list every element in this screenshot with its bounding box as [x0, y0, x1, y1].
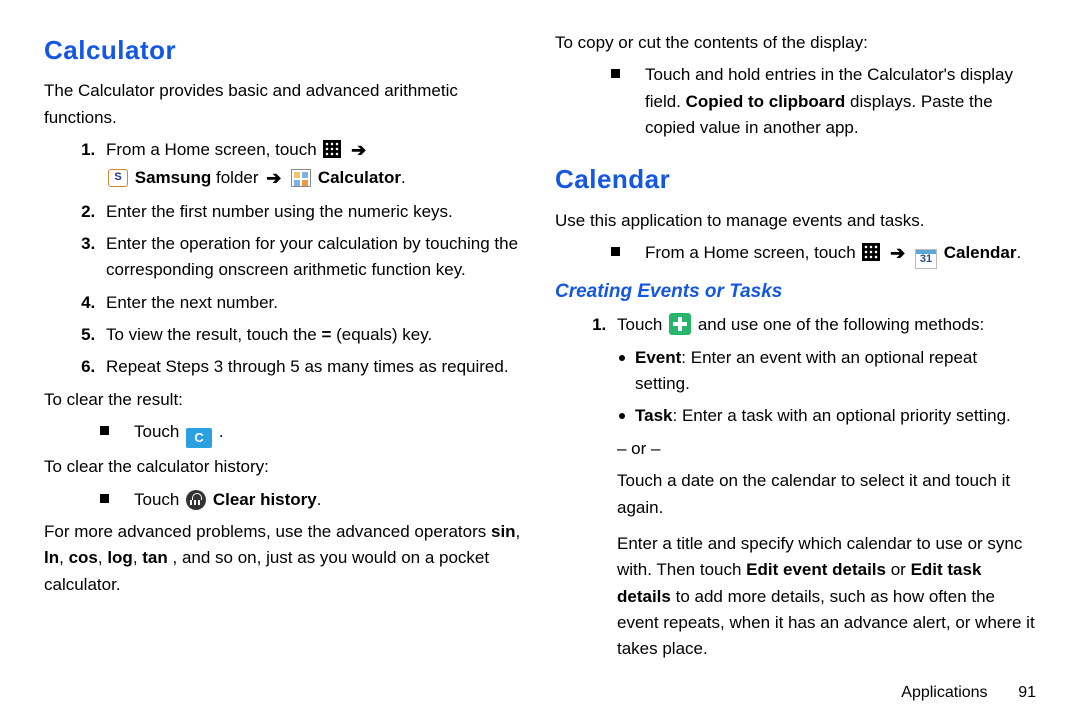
calendar-open-item: From a Home screen, touch ➔ 31 Calendar. — [611, 240, 1036, 269]
touch-date-note: Touch a date on the calendar to select i… — [617, 468, 1036, 521]
clear-c-icon: C — [186, 428, 212, 448]
calc-step-2: Enter the first number using the numeric… — [100, 199, 525, 225]
apps-icon — [323, 140, 341, 158]
calc-step-6: Repeat Steps 3 through 5 as many times a… — [100, 354, 525, 380]
right-column: To copy or cut the contents of the displ… — [555, 30, 1036, 700]
clear-history-list: Touch Clear history. — [44, 487, 525, 513]
left-column: Calculator The Calculator provides basic… — [44, 30, 525, 700]
creating-events-heading: Creating Events or Tasks — [555, 277, 1036, 306]
plus-icon — [669, 313, 691, 335]
arrow-icon: ➔ — [266, 168, 281, 188]
two-column-layout: Calculator The Calculator provides basic… — [44, 30, 1036, 700]
copy-intro: To copy or cut the contents of the displ… — [555, 30, 1036, 56]
clear-result-item: Touch C . — [100, 419, 525, 448]
apps-icon — [862, 243, 880, 261]
calc-step-5: To view the result, touch the = (equals)… — [100, 322, 525, 348]
calculator-heading: Calculator — [44, 30, 525, 70]
manual-page: Calculator The Calculator provides basic… — [0, 0, 1080, 720]
cal-methods-list: Event: Enter an event with an optional r… — [617, 345, 1036, 430]
calendar-steps: Touch and use one of the following metho… — [555, 312, 1036, 662]
page-footer: Applications 91 — [901, 684, 1036, 702]
calculator-steps: From a Home screen, touch ➔ Samsung fold… — [44, 137, 525, 381]
copy-list: Touch and hold entries in the Calculator… — [555, 62, 1036, 141]
footer-page-number: 91 — [992, 684, 1036, 702]
clear-result-list: Touch C . — [44, 419, 525, 448]
samsung-folder-icon — [108, 169, 128, 187]
or-separator: – or – — [617, 436, 1036, 462]
calc-step-3: Enter the operation for your calculation… — [100, 231, 525, 284]
calendar-lead: Use this application to manage events an… — [555, 208, 1036, 234]
calculator-lead: The Calculator provides basic and advanc… — [44, 78, 525, 131]
calculator-icon — [291, 169, 311, 187]
calendar-heading: Calendar — [555, 159, 1036, 199]
clear-history-item: Touch Clear history. — [100, 487, 525, 513]
cal-step-1: Touch and use one of the following metho… — [611, 312, 1036, 662]
arrow-icon: ➔ — [890, 243, 905, 263]
clear-result-intro: To clear the result: — [44, 387, 525, 413]
arrow-icon: ➔ — [351, 140, 366, 160]
calc-step-4: Enter the next number. — [100, 290, 525, 316]
calendar-open-list: From a Home screen, touch ➔ 31 Calendar. — [555, 240, 1036, 269]
enter-title-note: Enter a title and specify which calendar… — [617, 531, 1036, 663]
copy-item: Touch and hold entries in the Calculator… — [611, 62, 1036, 141]
calc-step-1: From a Home screen, touch ➔ Samsung fold… — [100, 137, 525, 193]
advanced-ops-note: For more advanced problems, use the adva… — [44, 519, 525, 598]
clear-history-icon — [186, 490, 206, 510]
method-event: Event: Enter an event with an optional r… — [617, 345, 1036, 398]
footer-section: Applications — [901, 684, 987, 701]
method-task: Task: Enter a task with an optional prio… — [617, 403, 1036, 429]
calendar-icon: 31 — [915, 249, 937, 269]
clear-history-intro: To clear the calculator history: — [44, 454, 525, 480]
